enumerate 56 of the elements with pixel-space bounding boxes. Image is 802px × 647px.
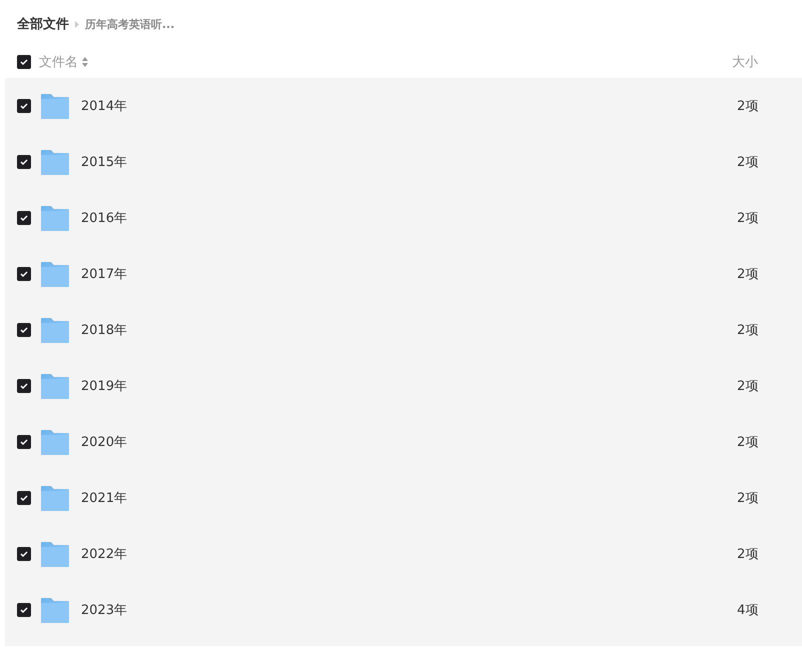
check-icon — [20, 550, 28, 558]
folder-icon — [40, 428, 70, 456]
file-name[interactable]: 2021年 — [81, 489, 128, 507]
check-icon — [20, 102, 28, 110]
folder-icon — [40, 260, 70, 288]
check-icon — [20, 326, 28, 334]
file-size: 2项 — [737, 210, 760, 227]
breadcrumb-link[interactable]: 历年高考英语听... — [85, 16, 175, 32]
file-name[interactable]: 2016年 — [81, 209, 128, 227]
folder-icon — [40, 596, 70, 624]
breadcrumb-link[interactable]: 全部文件 — [17, 15, 69, 33]
file-size: 2项 — [737, 434, 760, 451]
check-icon — [20, 494, 28, 502]
folder-icon — [40, 540, 70, 568]
file-name[interactable]: 2018年 — [81, 321, 128, 339]
folder-icon — [40, 92, 70, 120]
checkbox[interactable] — [17, 211, 31, 225]
check-icon — [20, 382, 28, 390]
folder-icon — [40, 148, 70, 176]
file-size: 2项 — [737, 322, 760, 339]
file-name[interactable]: 2019年 — [81, 377, 128, 395]
folder-icon — [40, 484, 70, 512]
checkbox[interactable] — [17, 603, 31, 617]
file-name[interactable]: 2017年 — [81, 265, 128, 283]
check-icon — [20, 270, 28, 278]
file-size: 2项 — [737, 154, 760, 171]
folder-icon — [40, 372, 70, 400]
folder-icon — [40, 204, 70, 232]
file-size: 4项 — [737, 602, 760, 619]
checkbox[interactable] — [17, 267, 31, 281]
checkbox[interactable] — [17, 155, 31, 169]
file-size: 2项 — [737, 98, 760, 115]
file-name[interactable]: 2015年 — [81, 153, 128, 171]
checkbox[interactable] — [17, 379, 31, 393]
checkbox[interactable] — [17, 435, 31, 449]
file-size: 2项 — [737, 266, 760, 283]
check-icon — [20, 438, 28, 446]
sort-icon[interactable] — [82, 56, 88, 66]
checkbox[interactable] — [17, 547, 31, 561]
folder-icon — [40, 316, 70, 344]
check-icon — [20, 158, 28, 166]
checkbox[interactable] — [17, 99, 31, 113]
check-icon — [20, 606, 28, 614]
check-icon — [20, 58, 28, 66]
file-name[interactable]: 2022年 — [81, 545, 128, 563]
file-name[interactable]: 2023年 — [81, 601, 128, 619]
checkbox[interactable] — [17, 491, 31, 505]
file-size: 2项 — [737, 378, 760, 395]
file-name[interactable]: 2020年 — [81, 433, 128, 451]
file-size: 2项 — [737, 490, 760, 507]
file-size: 2项 — [737, 546, 760, 563]
checkbox[interactable] — [17, 323, 31, 337]
checkbox[interactable] — [17, 54, 31, 68]
separator-icon — [75, 20, 79, 28]
file-name[interactable]: 2014年 — [81, 97, 128, 115]
check-icon — [20, 214, 28, 222]
